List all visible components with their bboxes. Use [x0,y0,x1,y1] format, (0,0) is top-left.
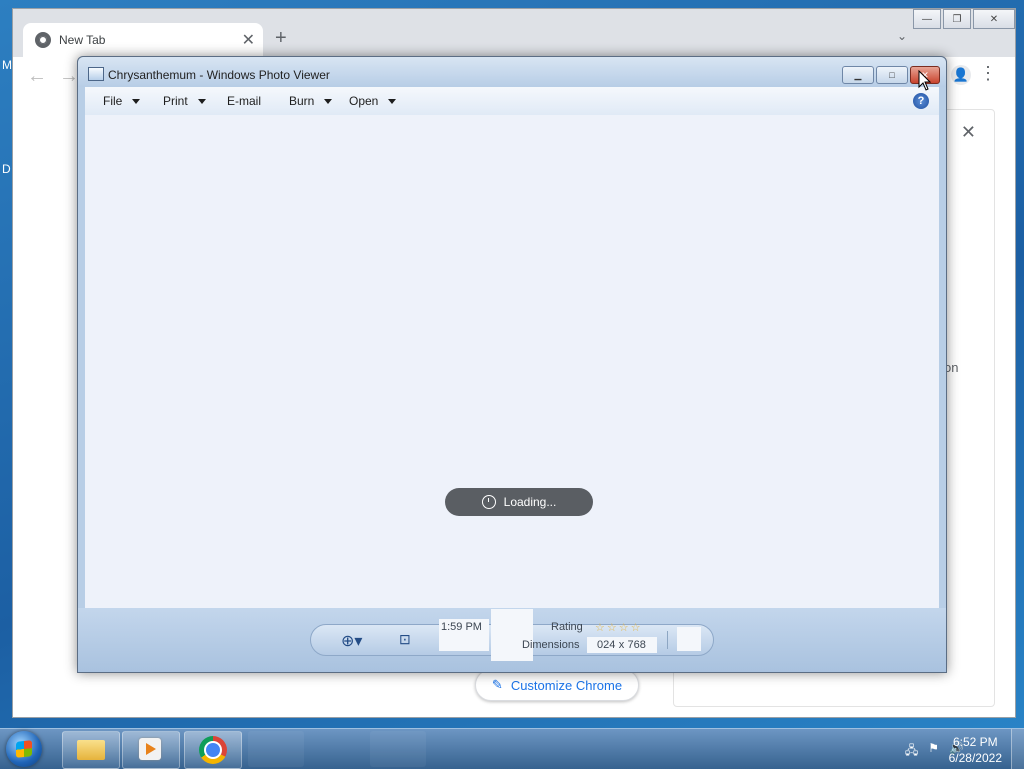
tab-close-icon[interactable]: ✕ [242,30,255,50]
dropdown-arrow-icon [388,98,397,104]
menu-open-label: Open [349,94,379,108]
rating-stars[interactable]: ☆☆☆☆ [595,621,642,634]
menu-burn-label: Burn [289,94,315,108]
new-tab-button[interactable]: + [275,27,287,50]
menu-open[interactable]: Open [349,94,397,108]
taskbar: 🖧 ⚑ 🔊 6:52 PM 6/28/2022 [0,728,1024,769]
info-panel-blank [491,609,533,661]
menu-print-label: Print [163,94,188,108]
customize-chrome-label: Customize Chrome [510,677,623,693]
network-icon[interactable]: 🖧 [905,741,918,762]
menu-print[interactable]: Print [163,94,206,108]
tab-search-icon[interactable]: ⌄ [897,29,907,43]
photo-viewer-menubar: File Print E-mail Burn Open ? [85,87,939,116]
side-panel-close-icon[interactable]: ✕ [961,122,976,143]
menu-file-label: File [103,94,123,108]
tab-title: New Tab [59,33,106,47]
customize-chrome-button[interactable]: ✎ Customize Chrome [475,669,639,701]
start-button[interactable] [6,731,42,767]
minimize-button[interactable]: ▁ [842,66,874,84]
chrome-window-controls: — ❐ ✕ [911,9,1015,29]
tab-new-tab[interactable]: New Tab ✕ [23,23,263,57]
rating-label: Rating [551,621,583,633]
dropdown-arrow-icon [197,98,206,104]
photo-viewer-app-icon [88,67,104,81]
taskbar-faded-item[interactable] [248,731,304,767]
dimensions-value-height: 768 [627,639,646,651]
folder-icon [77,740,105,760]
show-desktop-button[interactable] [1011,729,1024,769]
action-center-icon[interactable]: ⚑ [928,741,939,762]
loading-text: Loading... [503,495,557,509]
info-time: 1:59 PM [441,621,482,633]
dropdown-arrow-icon [324,98,333,104]
dimensions-label: Dimensions [522,639,580,651]
zoom-icon[interactable]: ⊕▾ [341,631,362,651]
photo-viewer-titlebar[interactable]: Chrysanthemum - Windows Photo Viewer ▁ □… [78,57,946,87]
dimensions-value-x: x [618,639,625,651]
help-icon[interactable]: ? [913,93,929,109]
control-bar: ⊕▾ ⊡ 1:59 PM Rating ☆☆☆☆ Dimensions 024 … [310,609,714,661]
actual-size-icon[interactable]: ⊡ [399,631,411,648]
maximize-button[interactable]: □ [876,66,908,84]
desktop-label-fragment: D [2,162,11,176]
clock-time: 6:52 PM [952,735,998,749]
taskbar-clock[interactable]: 6:52 PM 6/28/2022 [949,734,1002,766]
maximize-button[interactable]: ❐ [943,9,971,29]
taskbar-faded-item[interactable] [370,731,426,767]
profile-icon[interactable]: 👤 [951,65,971,85]
desktop-label-fragment: M [2,58,12,72]
clock-icon [481,495,496,509]
dimensions-value-width: 024 [597,639,616,651]
taskbar-media-player[interactable] [122,731,180,769]
photo-viewer-window: Chrysanthemum - Windows Photo Viewer ▁ □… [77,56,947,673]
minimize-button[interactable]: — [913,9,941,29]
forward-icon[interactable]: → [59,65,79,88]
info-panel-time-bg: 1:59 PM [439,619,489,651]
loading-indicator: Loading... [445,488,593,516]
menu-file[interactable]: File [103,94,141,108]
back-icon[interactable]: ← [27,65,47,88]
chrome-icon [35,32,51,48]
menu-burn[interactable]: Burn [289,94,333,108]
photo-viewer-bottom-bar: ⊕▾ ⊡ 1:59 PM Rating ☆☆☆☆ Dimensions 024 … [78,608,946,672]
clock-date: 6/28/2022 [948,751,1002,765]
close-button[interactable]: ✕ [973,9,1015,29]
menu-email-label: E-mail [227,94,262,108]
mouse-cursor-icon [918,70,932,91]
dimensions-value-bg: 024 x 768 [587,637,657,653]
media-player-icon [139,738,161,760]
taskbar-chrome[interactable] [184,731,242,769]
image-canvas: Loading... [85,115,939,608]
window-title: Chrysanthemum - Windows Photo Viewer [108,68,330,82]
chrome-icon [199,736,227,764]
pencil-icon: ✎ [491,677,503,692]
menu-icon[interactable]: ⋮ [979,63,997,84]
taskbar-explorer[interactable] [62,731,120,769]
info-panel-thumb [677,627,701,651]
menu-email[interactable]: E-mail [227,94,261,108]
dropdown-arrow-icon [132,98,141,104]
divider [667,631,668,649]
